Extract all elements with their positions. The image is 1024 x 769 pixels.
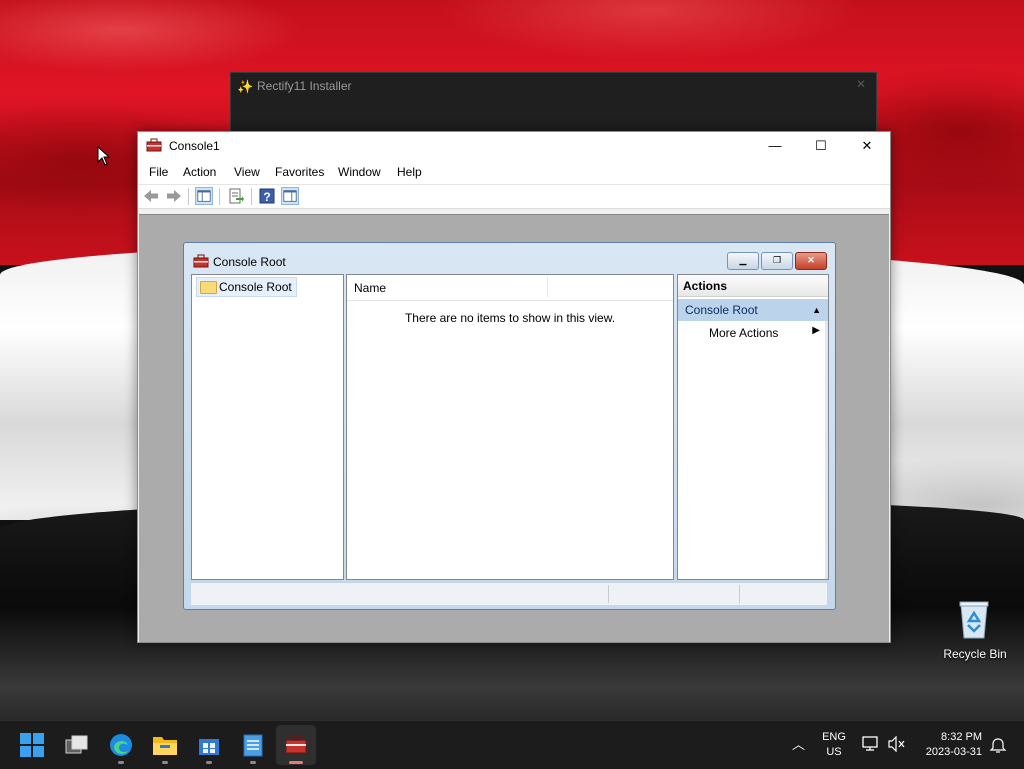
mouse-cursor-icon [97, 146, 111, 166]
menu-help[interactable]: Help [397, 165, 422, 179]
clock-time: 8:32 PM [941, 731, 982, 743]
child-window-title: Console Root [213, 255, 286, 269]
language-code: ENG [822, 731, 846, 743]
mmc-toolbox-icon [285, 735, 307, 754]
task-view-icon [65, 735, 88, 754]
actions-section-console-root[interactable]: Console Root ▲ [678, 299, 828, 321]
status-bar [191, 582, 827, 605]
collapse-up-icon[interactable]: ▲ [812, 299, 821, 321]
toolbar-separator [219, 188, 220, 205]
help-icon[interactable]: ? [258, 187, 276, 205]
store-icon [199, 739, 219, 755]
recycle-bin-icon [959, 601, 989, 639]
volume-muted-icon[interactable] [888, 736, 906, 752]
keyboard-layout: US [826, 746, 842, 758]
running-indicator [206, 761, 212, 764]
menu-action[interactable]: Action [183, 165, 216, 179]
toolbar-separator [251, 188, 252, 205]
empty-list-message: There are no items to show in this view. [404, 311, 616, 325]
actions-section-label: Console Root [685, 303, 758, 317]
input-language-indicator[interactable]: ENG US [820, 730, 848, 760]
store-taskbar-button[interactable] [189, 725, 229, 765]
edge-taskbar-button[interactable] [101, 725, 141, 765]
mmc-taskbar-button[interactable] [276, 725, 316, 765]
window-title: Console1 [169, 139, 220, 153]
column-divider[interactable] [547, 277, 548, 297]
edge-browser-icon [110, 734, 132, 756]
more-actions-item[interactable]: More Actions [709, 326, 778, 340]
forward-arrow-icon[interactable] [165, 187, 183, 205]
svg-text:?: ? [263, 190, 270, 204]
running-indicator [162, 761, 168, 764]
back-arrow-icon[interactable] [142, 187, 160, 205]
folder-icon [153, 737, 177, 755]
close-icon[interactable]: ✕ [856, 77, 866, 91]
show-hidden-icons-chevron-icon[interactable]: ︿ [792, 734, 805, 753]
running-indicator [118, 761, 124, 764]
close-button[interactable]: ✕ [844, 132, 890, 160]
minimize-button[interactable]: — [752, 132, 798, 160]
menu-favorites[interactable]: Favorites [275, 165, 324, 179]
maximize-button[interactable]: ☐ [798, 132, 844, 160]
menu-file[interactable]: File [149, 165, 168, 179]
taskbar: ︿ ENG US 8:32 PM 2023-03-31 [0, 720, 1024, 769]
notification-bell-icon[interactable] [989, 736, 1007, 754]
clock-date: 2023-03-31 [925, 746, 982, 758]
show-hide-action-pane-icon[interactable] [281, 187, 299, 205]
actions-header: Actions [678, 275, 828, 297]
file-explorer-taskbar-button[interactable] [145, 725, 185, 765]
column-header-name[interactable]: Name [354, 281, 386, 295]
recycle-bin-label: Recycle Bin [943, 647, 1007, 661]
mmc-toolbox-icon [146, 138, 162, 152]
show-hide-console-tree-icon[interactable] [195, 187, 213, 205]
list-header: Name [347, 275, 673, 301]
title-bar[interactable]: Console1 — ☐ ✕ [138, 132, 890, 160]
window-title: Rectify11 Installer [257, 79, 352, 93]
network-icon[interactable] [862, 736, 880, 752]
child-restore-button[interactable]: ❐ [761, 252, 793, 270]
mmc-toolbox-icon [193, 254, 209, 268]
tree-item-console-root[interactable]: Console Root [196, 277, 297, 297]
status-separator [739, 585, 740, 603]
console-root-child-window: Console Root ▁ ❐ ✕ Console Root Name The… [183, 242, 836, 610]
child-close-button[interactable]: ✕ [795, 252, 827, 270]
menu-view[interactable]: View [234, 165, 260, 179]
toolbar: ? [138, 185, 890, 209]
notepad-icon [243, 734, 263, 757]
submenu-arrow-icon: ▶ [812, 325, 820, 336]
notepad-taskbar-button[interactable] [233, 725, 273, 765]
system-clock[interactable]: 8:32 PM 2023-03-31 [912, 730, 982, 760]
export-list-icon[interactable] [227, 187, 245, 205]
results-list-pane: Name There are no items to show in this … [346, 274, 674, 580]
running-indicator [250, 761, 256, 764]
console-tree-pane: Console Root [191, 274, 344, 580]
menu-bar: File Action View Favorites Window Help [138, 160, 890, 185]
actions-scrollbar[interactable] [825, 321, 828, 579]
active-indicator [289, 761, 303, 764]
task-view-button[interactable] [57, 725, 97, 765]
start-button[interactable] [12, 725, 52, 765]
child-minimize-button[interactable]: ▁ [727, 252, 759, 270]
menu-window[interactable]: Window [338, 165, 381, 179]
toolbar-separator [188, 188, 189, 205]
sparkle-icon: ✨ [237, 79, 254, 94]
status-separator [608, 585, 609, 603]
actions-pane: Actions Console Root ▲ More Actions ▶ [677, 274, 829, 580]
folder-icon [200, 281, 217, 294]
windows-logo-icon [20, 733, 44, 757]
tree-item-label: Console Root [219, 280, 292, 294]
